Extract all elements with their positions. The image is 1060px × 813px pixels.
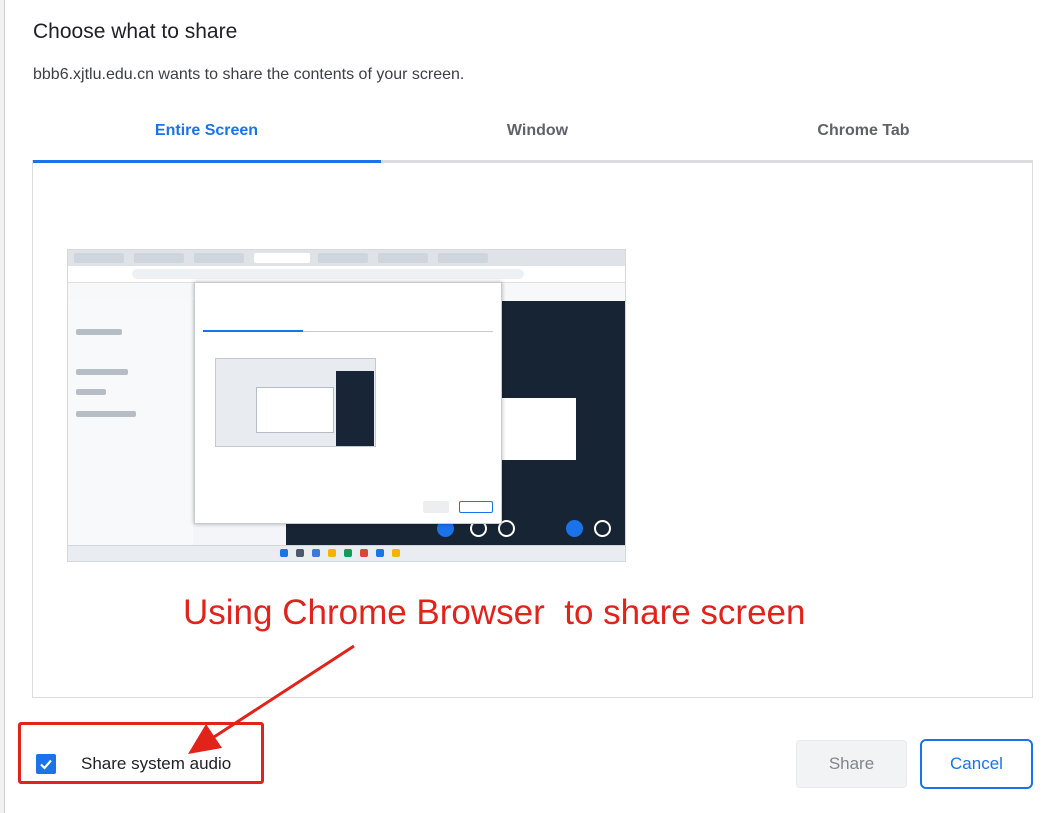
tab-chrome-tab[interactable]: Chrome Tab	[694, 112, 1033, 160]
thumbnail-control-icon	[594, 520, 611, 537]
thumbnail-taskbar-icon	[328, 549, 336, 557]
thumbnail-taskbar-icon	[312, 549, 320, 557]
thumbnail-nested-dark-area	[336, 371, 374, 446]
thumbnail-sidebar	[68, 301, 193, 545]
thumbnail-tab	[194, 253, 244, 263]
thumbnail-tab	[134, 253, 184, 263]
share-button[interactable]: Share	[796, 740, 907, 788]
thumbnail-sidebar-row	[76, 411, 136, 417]
thumbnail-tab	[318, 253, 368, 263]
thumbnail-tab	[254, 253, 310, 263]
thumbnail-tab-bar	[68, 250, 625, 266]
thumbnail-dialog-active-tab	[203, 330, 303, 332]
share-source-tabs: Entire Screen Window Chrome Tab	[32, 112, 1033, 163]
thumbnail-sidebar-row	[76, 369, 128, 375]
thumbnail-share-dialog	[194, 282, 502, 524]
screen-thumbnail[interactable]	[67, 249, 626, 562]
thumbnail-control-icon	[566, 520, 583, 537]
thumbnail-url-field	[132, 269, 524, 279]
background-window-edge	[0, 0, 5, 813]
thumbnail-taskbar-icon	[392, 549, 400, 557]
thumbnail-taskbar-icon	[344, 549, 352, 557]
thumbnail-sidebar-row	[76, 329, 122, 335]
thumbnail-taskbar-icon	[360, 549, 368, 557]
thumbnail-tab	[378, 253, 428, 263]
thumbnail-taskbar-icon	[280, 549, 288, 557]
thumbnail-taskbar-icon	[376, 549, 384, 557]
dialog-title: Choose what to share	[33, 20, 238, 43]
thumbnail-taskbar-icon	[296, 549, 304, 557]
share-audio-checkbox[interactable]	[36, 754, 56, 774]
tab-window[interactable]: Window	[381, 112, 694, 160]
cancel-button[interactable]: Cancel	[920, 739, 1033, 789]
thumbnail-nested-preview	[215, 358, 376, 447]
dialog-subtitle: bbb6.xjtlu.edu.cn wants to share the con…	[33, 66, 465, 83]
thumbnail-tab	[74, 253, 124, 263]
thumbnail-sidebar-row	[76, 389, 106, 395]
share-audio-label[interactable]: Share system audio	[81, 754, 231, 774]
tab-entire-screen[interactable]: Entire Screen	[32, 112, 381, 160]
thumbnail-cancel-button	[459, 501, 493, 513]
checkmark-icon	[40, 759, 52, 770]
thumbnail-address-bar	[68, 266, 625, 283]
thumbnail-taskbar	[68, 545, 625, 561]
annotation-highlight-box	[18, 722, 264, 784]
thumbnail-chat-panel	[496, 398, 576, 460]
thumbnail-share-button	[423, 501, 449, 513]
annotation-text: Using Chrome Browser to share screen	[183, 593, 806, 632]
thumbnail-tab	[438, 253, 488, 263]
thumbnail-nested-dialog	[256, 387, 334, 433]
